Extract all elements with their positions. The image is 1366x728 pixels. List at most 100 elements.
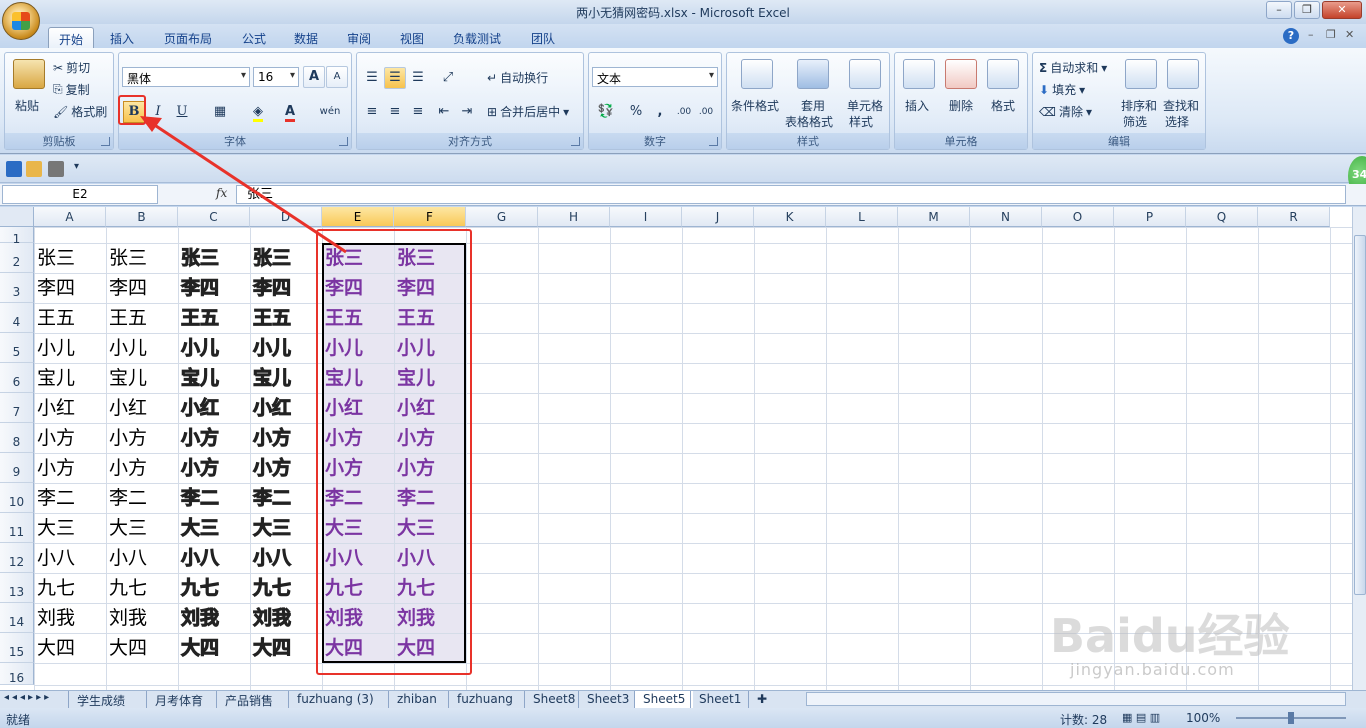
row-header[interactable]: 4	[0, 303, 34, 333]
sheet-tab[interactable]: Sheet3	[578, 691, 637, 708]
cell-c11[interactable]: 大三	[178, 513, 250, 543]
number-format-select[interactable]: 文本	[592, 67, 718, 87]
sheet-tab[interactable]: 产品销售	[216, 691, 281, 708]
sheet-tab[interactable]: fuzhuang (3)	[288, 691, 382, 708]
sheet-tab[interactable]: Sheet1	[690, 691, 749, 708]
conditional-format-button[interactable]: 条件格式	[731, 97, 779, 114]
cell-c3[interactable]: 李四	[178, 273, 250, 303]
column-header-l[interactable]: L	[826, 207, 898, 227]
align-middle-button[interactable]: ☰	[384, 67, 406, 89]
cell-c9[interactable]: 小方	[178, 453, 250, 483]
cell-a15[interactable]: 大四	[34, 633, 106, 663]
cell-d5[interactable]: 小儿	[250, 333, 322, 363]
borders-button[interactable]: ▦	[209, 101, 231, 123]
column-header-n[interactable]: N	[970, 207, 1042, 227]
row-header[interactable]: 6	[0, 363, 34, 393]
cell-d9[interactable]: 小方	[250, 453, 322, 483]
close-button[interactable]: ✕	[1322, 1, 1362, 19]
ribbon-close-icon[interactable]: ✕	[1345, 28, 1354, 41]
cell-c13[interactable]: 九七	[178, 573, 250, 603]
tab-review[interactable]: 审阅	[337, 27, 381, 48]
grow-font-button[interactable]: A	[303, 66, 325, 88]
insert-function-icon[interactable]: fx	[216, 186, 227, 200]
font-size-select[interactable]: 16	[253, 67, 299, 87]
column-header-o[interactable]: O	[1042, 207, 1114, 227]
cut-button[interactable]: ✂ 剪切	[53, 59, 90, 76]
cell-c2[interactable]: 张三	[178, 243, 250, 273]
cell-d10[interactable]: 李二	[250, 483, 322, 513]
decrease-indent-button[interactable]: ⇤	[433, 101, 455, 123]
horizontal-scrollbar[interactable]	[806, 692, 1346, 706]
cell-a14[interactable]: 刘我	[34, 603, 106, 633]
align-center-button[interactable]: ≡	[384, 101, 406, 123]
column-header-m[interactable]: M	[898, 207, 970, 227]
sheet-tab[interactable]: fuzhuang	[448, 691, 521, 708]
row-header[interactable]: 5	[0, 333, 34, 363]
clipboard-launcher-icon[interactable]	[101, 137, 110, 146]
cell-b6[interactable]: 宝儿	[106, 363, 178, 393]
open-folder-icon[interactable]	[26, 161, 42, 177]
cell-c7[interactable]: 小红	[178, 393, 250, 423]
cell-d2[interactable]: 张三	[250, 243, 322, 273]
sheet-tab[interactable]: zhiban	[388, 691, 445, 708]
cell-b10[interactable]: 李二	[106, 483, 178, 513]
tab-formulas[interactable]: 公式	[232, 27, 276, 48]
fill-button[interactable]: ⬇ 填充 ▾	[1039, 81, 1085, 98]
cell-d15[interactable]: 大四	[250, 633, 322, 663]
row-header[interactable]: 13	[0, 573, 34, 603]
cell-a5[interactable]: 小儿	[34, 333, 106, 363]
cell-a11[interactable]: 大三	[34, 513, 106, 543]
name-box[interactable]: E2	[2, 185, 158, 204]
clear-button[interactable]: ⌫ 清除 ▾	[1039, 103, 1092, 120]
cell-c4[interactable]: 王五	[178, 303, 250, 333]
row-header[interactable]: 3	[0, 273, 34, 303]
copy-button[interactable]: ⎘ 复制	[53, 81, 90, 98]
cell-b5[interactable]: 小儿	[106, 333, 178, 363]
view-mode-icons[interactable]: ▦ ▤ ▥	[1122, 711, 1160, 724]
column-header-f[interactable]: F	[394, 207, 466, 227]
column-header-r[interactable]: R	[1258, 207, 1330, 227]
cell-b11[interactable]: 大三	[106, 513, 178, 543]
sheet-tab[interactable]: Sheet5	[634, 691, 694, 708]
column-header-a[interactable]: A	[34, 207, 106, 227]
office-button[interactable]	[2, 2, 40, 40]
cell-d6[interactable]: 宝儿	[250, 363, 322, 393]
increase-indent-button[interactable]: ⇥	[456, 101, 478, 123]
column-header-j[interactable]: J	[682, 207, 754, 227]
cell-d11[interactable]: 大三	[250, 513, 322, 543]
row-header[interactable]: 11	[0, 513, 34, 543]
row-header[interactable]: 12	[0, 543, 34, 573]
tab-team[interactable]: 团队	[521, 27, 565, 48]
font-name-select[interactable]: 黑体	[122, 67, 250, 87]
sheet-tab[interactable]: Sheet8	[524, 691, 583, 708]
column-header-h[interactable]: H	[538, 207, 610, 227]
column-header-p[interactable]: P	[1114, 207, 1186, 227]
cell-b3[interactable]: 李四	[106, 273, 178, 303]
cell-b8[interactable]: 小方	[106, 423, 178, 453]
zoom-level[interactable]: 100%	[1186, 711, 1220, 725]
tab-load-test[interactable]: 负载测试	[443, 27, 511, 48]
tab-page-layout[interactable]: 页面布局	[154, 27, 222, 48]
format-painter-button[interactable]: 🖌 格式刷	[53, 103, 107, 120]
merge-center-button[interactable]: ⊞ 合并后居中 ▾	[487, 103, 569, 120]
autosum-button[interactable]: Σ 自动求和 ▾	[1039, 59, 1107, 76]
ribbon-restore-icon[interactable]: ❐	[1326, 28, 1336, 41]
cell-c15[interactable]: 大四	[178, 633, 250, 663]
cell-b13[interactable]: 九七	[106, 573, 178, 603]
font-color-button[interactable]: A	[279, 101, 301, 123]
cell-b9[interactable]: 小方	[106, 453, 178, 483]
sheet-tab[interactable]: 月考体育	[146, 691, 211, 708]
cell-b7[interactable]: 小红	[106, 393, 178, 423]
font-launcher-icon[interactable]	[339, 137, 348, 146]
cell-d7[interactable]: 小红	[250, 393, 322, 423]
zoom-slider-thumb[interactable]	[1288, 712, 1294, 724]
sheet-tab[interactable]: 学生成绩	[68, 691, 133, 708]
tab-view[interactable]: 视图	[390, 27, 434, 48]
row-header[interactable]: 16	[0, 663, 34, 685]
cell-c6[interactable]: 宝儿	[178, 363, 250, 393]
column-header-b[interactable]: B	[106, 207, 178, 227]
cell-style-button-line2[interactable]: 样式	[849, 113, 873, 130]
sort-filter-button-line2[interactable]: 筛选	[1123, 113, 1147, 130]
select-all-corner[interactable]	[0, 207, 34, 227]
help-icon[interactable]: ?	[1283, 28, 1299, 44]
